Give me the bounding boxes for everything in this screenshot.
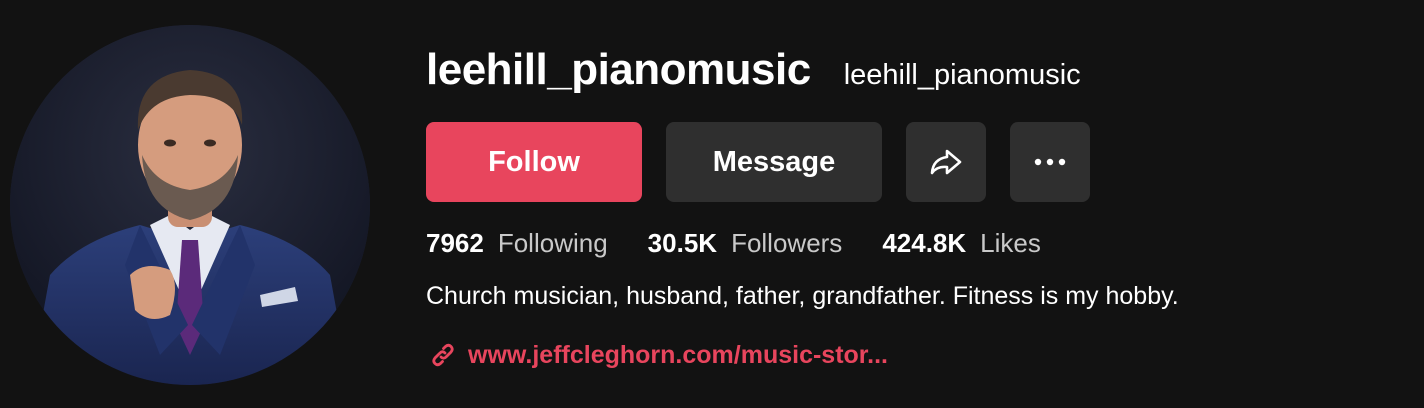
username: leehill_pianomusic bbox=[426, 45, 811, 94]
share-button[interactable] bbox=[906, 122, 986, 202]
action-buttons: Follow Message bbox=[426, 122, 1090, 202]
stat-following[interactable]: 7962 Following bbox=[426, 226, 608, 260]
link-icon bbox=[432, 343, 454, 367]
avatar-photo bbox=[10, 25, 370, 385]
stat-value: 424.8K bbox=[882, 228, 967, 258]
stat-value: 30.5K bbox=[647, 228, 718, 258]
avatar[interactable] bbox=[10, 25, 370, 385]
profile-header: leehill_pianomusic leehill_pianomusic Fo… bbox=[0, 0, 1424, 408]
nickname: leehill_pianomusic bbox=[843, 59, 1081, 91]
stat-value: 7962 bbox=[426, 228, 484, 258]
bio-text: Church musician, husband, father, grandf… bbox=[426, 282, 1179, 310]
stat-label: Following bbox=[497, 228, 608, 258]
stat-followers[interactable]: 30.5K Followers bbox=[648, 226, 843, 260]
follow-button[interactable]: Follow bbox=[426, 122, 642, 202]
message-button[interactable]: Message bbox=[666, 122, 882, 202]
profile-link-text: www.jeffcleghorn.com/music-stor... bbox=[468, 341, 888, 369]
profile-link[interactable]: www.jeffcleghorn.com/music-stor... bbox=[428, 338, 888, 372]
profile-info: leehill_pianomusic leehill_pianomusic Fo… bbox=[426, 38, 1386, 369]
share-icon bbox=[930, 149, 962, 175]
title-row: leehill_pianomusic leehill_pianomusic bbox=[426, 38, 1386, 102]
stats-row: 7962 Following 30.5K Followers 424.8K Li… bbox=[426, 226, 1081, 260]
stat-label: Followers bbox=[731, 228, 843, 258]
more-button[interactable] bbox=[1010, 122, 1090, 202]
stat-likes: 424.8K Likes bbox=[882, 226, 1041, 260]
more-icon bbox=[1034, 158, 1066, 166]
stat-label: Likes bbox=[980, 228, 1041, 258]
